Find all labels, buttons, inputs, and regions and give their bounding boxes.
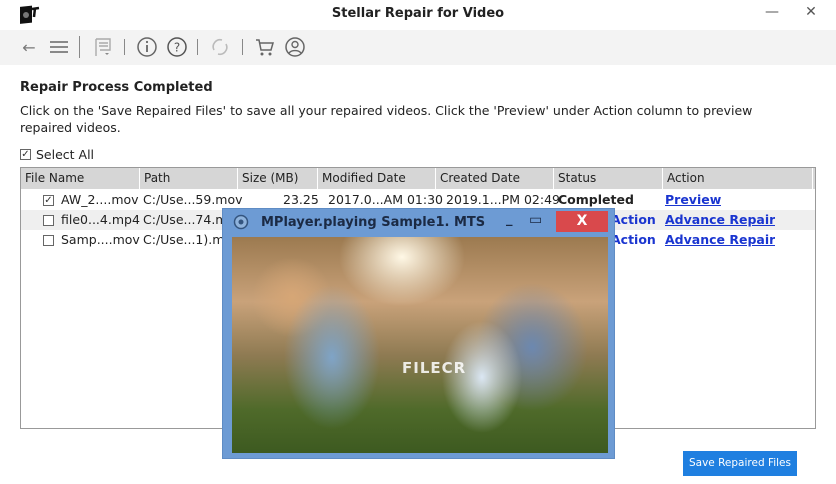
- col-status[interactable]: Status: [554, 168, 663, 189]
- file-name: Samp....mov: [61, 232, 140, 247]
- col-action[interactable]: Action: [663, 168, 813, 189]
- mplayer-title: MPlayer.playing Sample1. MTS: [261, 215, 486, 230]
- divider: [197, 39, 198, 55]
- mplayer-close-button[interactable]: X: [556, 211, 608, 232]
- divider: [242, 39, 243, 55]
- select-all-label: Select All: [36, 147, 95, 162]
- row-checkbox[interactable]: ✓: [43, 195, 54, 206]
- advance-repair-link[interactable]: Advance Repair: [665, 230, 775, 250]
- select-all-checkbox[interactable]: ✓ Select All: [20, 147, 94, 162]
- row-checkbox[interactable]: [43, 215, 54, 226]
- close-button[interactable]: ✕: [801, 4, 821, 20]
- table-row[interactable]: ✓ AW_2....mov C:/Use...59.mov 23.25 2017…: [21, 190, 815, 210]
- modified-date: 2017.0...AM 01:30: [328, 192, 443, 207]
- file-name: file0...4.mp4: [61, 212, 140, 227]
- watermark: FILECR: [402, 359, 467, 377]
- menu-icon[interactable]: [48, 36, 70, 58]
- divider: [79, 36, 80, 58]
- file-path: C:/Use...1).mo: [143, 232, 233, 247]
- save-repaired-files-button[interactable]: Save Repaired Files: [683, 451, 797, 476]
- status: Action: [611, 212, 656, 227]
- mplayer-minimize-button[interactable]: _: [506, 212, 513, 227]
- instructions: Click on the 'Save Repaired Files' to sa…: [20, 103, 753, 135]
- status: Action: [611, 232, 656, 247]
- col-size[interactable]: Size (MB): [238, 168, 318, 189]
- info-icon[interactable]: [136, 36, 158, 58]
- minimize-button[interactable]: —: [762, 4, 782, 20]
- table-header: File Name Path Size (MB) Modified Date C…: [21, 168, 815, 189]
- divider: [124, 39, 125, 55]
- col-created[interactable]: Created Date: [436, 168, 554, 189]
- preview-link[interactable]: Preview: [665, 190, 721, 210]
- refresh-icon[interactable]: [209, 36, 231, 58]
- file-size: 23.25: [283, 192, 319, 207]
- row-checkbox[interactable]: [43, 235, 54, 246]
- flag-icon[interactable]: [92, 36, 114, 58]
- file-path: C:/Use...59.mov: [143, 192, 243, 207]
- mplayer-maximize-button[interactable]: ▭: [529, 212, 542, 228]
- back-icon[interactable]: ←: [20, 36, 38, 58]
- created-date: 2019.1...PM 02:49: [446, 192, 560, 207]
- svg-text:?: ?: [174, 41, 180, 55]
- col-modified[interactable]: Modified Date: [318, 168, 436, 189]
- toolbar: [0, 30, 836, 65]
- mplayer-icon: [233, 214, 249, 230]
- status: Completed: [558, 192, 634, 207]
- cart-icon[interactable]: [254, 36, 276, 58]
- mplayer-window[interactable]: MPlayer.playing Sample1. MTS _ ▭ X FILEC…: [222, 208, 615, 459]
- file-name: AW_2....mov: [61, 192, 139, 207]
- page-title: Repair Process Completed: [20, 80, 213, 95]
- col-path[interactable]: Path: [140, 168, 238, 189]
- checkbox[interactable]: ✓: [20, 149, 31, 160]
- advance-repair-link[interactable]: Advance Repair: [665, 210, 775, 230]
- file-path: C:/Use...74.m: [143, 212, 228, 227]
- app-title: Stellar Repair for Video: [331, 6, 505, 21]
- col-file-name[interactable]: File Name: [21, 168, 140, 189]
- video-frame[interactable]: FILECR: [232, 237, 608, 453]
- help-icon[interactable]: ?: [166, 36, 188, 58]
- account-icon[interactable]: [284, 36, 306, 58]
